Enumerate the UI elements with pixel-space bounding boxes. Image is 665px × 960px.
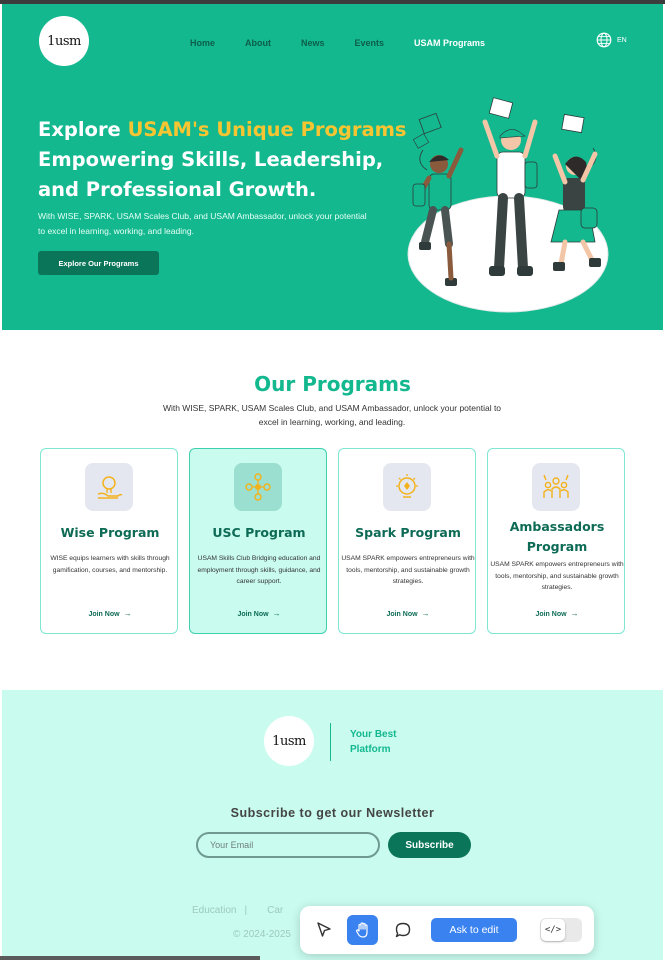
hand-tool-button[interactable] xyxy=(347,915,378,945)
arrow-right-icon: → xyxy=(272,609,281,618)
nav-home[interactable]: Home xyxy=(190,38,215,48)
nav-news[interactable]: News xyxy=(301,38,325,48)
join-now-link[interactable]: Join Now → xyxy=(339,609,477,618)
ask-to-edit-button[interactable]: Ask to edit xyxy=(431,918,517,942)
footer-link-car[interactable]: Car xyxy=(267,905,283,916)
nav-events[interactable]: Events xyxy=(355,38,385,48)
program-card-description: WISE equips learners with skills through… xyxy=(50,555,170,574)
programs-subtitle: With WISE, SPARK, USAM Scales Club, and … xyxy=(162,403,502,427)
program-card-title: Ambassadors Program xyxy=(509,519,605,554)
comment-tool-button[interactable] xyxy=(387,915,418,945)
window-bottom-bar xyxy=(0,956,260,960)
select-tool-button[interactable] xyxy=(308,915,339,945)
join-now-label: Join Now xyxy=(535,611,567,618)
explore-programs-button[interactable]: Explore Our Programs xyxy=(38,251,159,275)
join-now-link[interactable]: Join Now → xyxy=(41,609,179,618)
editor-toolbar: Ask to edit </> xyxy=(300,906,594,954)
language-label: EN xyxy=(617,36,627,44)
program-card-spark[interactable]: Spark Program USAM SPARK empowers entrep… xyxy=(338,448,476,634)
team-hands-up-icon xyxy=(532,463,580,511)
newsletter-title: Subscribe to get our Newsletter xyxy=(230,806,435,820)
subscribe-button[interactable]: Subscribe xyxy=(388,832,471,858)
students-jumping-illustration xyxy=(407,97,609,313)
network-people-icon xyxy=(234,463,282,511)
hand-icon xyxy=(355,922,368,938)
main-nav: Home About News Events USAM Programs xyxy=(190,38,515,48)
program-card-description: USAM SPARK empowers entrepreneurs with t… xyxy=(490,561,624,591)
code-icon: </> xyxy=(541,919,565,941)
join-now-link[interactable]: Join Now → xyxy=(190,609,328,618)
footer-link-education[interactable]: Education xyxy=(192,905,236,916)
nav-about[interactable]: About xyxy=(245,38,271,48)
join-now-label: Join Now xyxy=(88,611,120,618)
hero-title: Explore USAM's Unique Programs Empowerin… xyxy=(38,115,418,205)
hero-title-rest: Empowering Skills, Leadership, and Profe… xyxy=(38,148,384,201)
lightbulb-hand-icon xyxy=(85,463,133,511)
logo-text: 1usm xyxy=(47,33,81,49)
globe-icon xyxy=(596,32,612,48)
arrow-right-icon: → xyxy=(421,609,430,618)
join-now-link[interactable]: Join Now → xyxy=(488,609,626,618)
comment-bubble-icon xyxy=(395,922,410,938)
footer-links: Education | Car xyxy=(192,905,283,916)
usam-logo[interactable]: 1usm xyxy=(39,16,89,66)
hero-title-prefix: Explore xyxy=(38,118,128,141)
program-card-ambassadors[interactable]: Ambassadors Program USAM SPARK empowers … xyxy=(487,448,625,634)
code-view-toggle[interactable]: </> xyxy=(540,918,582,942)
footer-slogan: Your Best Platform xyxy=(350,729,397,755)
program-card-description: USAM Skills Club Bridging education and … xyxy=(197,555,321,585)
program-card-title: Wise Program xyxy=(60,525,160,540)
program-card-title: USC Program xyxy=(212,525,306,540)
join-now-label: Join Now xyxy=(386,611,418,618)
language-selector[interactable]: EN xyxy=(596,32,627,48)
program-card-usc[interactable]: USC Program USAM Skills Club Bridging ed… xyxy=(189,448,327,634)
hero-subtitle: With WISE, SPARK, USAM Scales Club, and … xyxy=(38,211,367,236)
join-now-label: Join Now xyxy=(237,611,269,618)
email-input[interactable] xyxy=(196,832,380,858)
footer-link-separator: | xyxy=(244,905,248,916)
program-card-wise[interactable]: Wise Program WISE equips learners with s… xyxy=(40,448,178,634)
program-card-description: USAM SPARK empowers entrepreneurs with t… xyxy=(341,555,475,585)
footer-logo[interactable]: 1usm xyxy=(264,716,314,766)
footer-copyright: © 2024-2025 xyxy=(233,929,291,940)
arrow-right-icon: → xyxy=(570,609,579,618)
program-card-title: Spark Program xyxy=(355,525,461,540)
cursor-arrow-icon xyxy=(316,922,331,937)
arrow-right-icon: → xyxy=(123,609,132,618)
idea-bulb-icon xyxy=(383,463,431,511)
footer-divider xyxy=(330,723,331,761)
logo-text: 1usm xyxy=(272,733,306,749)
nav-usam-programs[interactable]: USAM Programs xyxy=(414,38,485,48)
hero-title-highlight: USAM's Unique Programs xyxy=(127,118,407,141)
programs-title: Our Programs xyxy=(254,372,411,396)
